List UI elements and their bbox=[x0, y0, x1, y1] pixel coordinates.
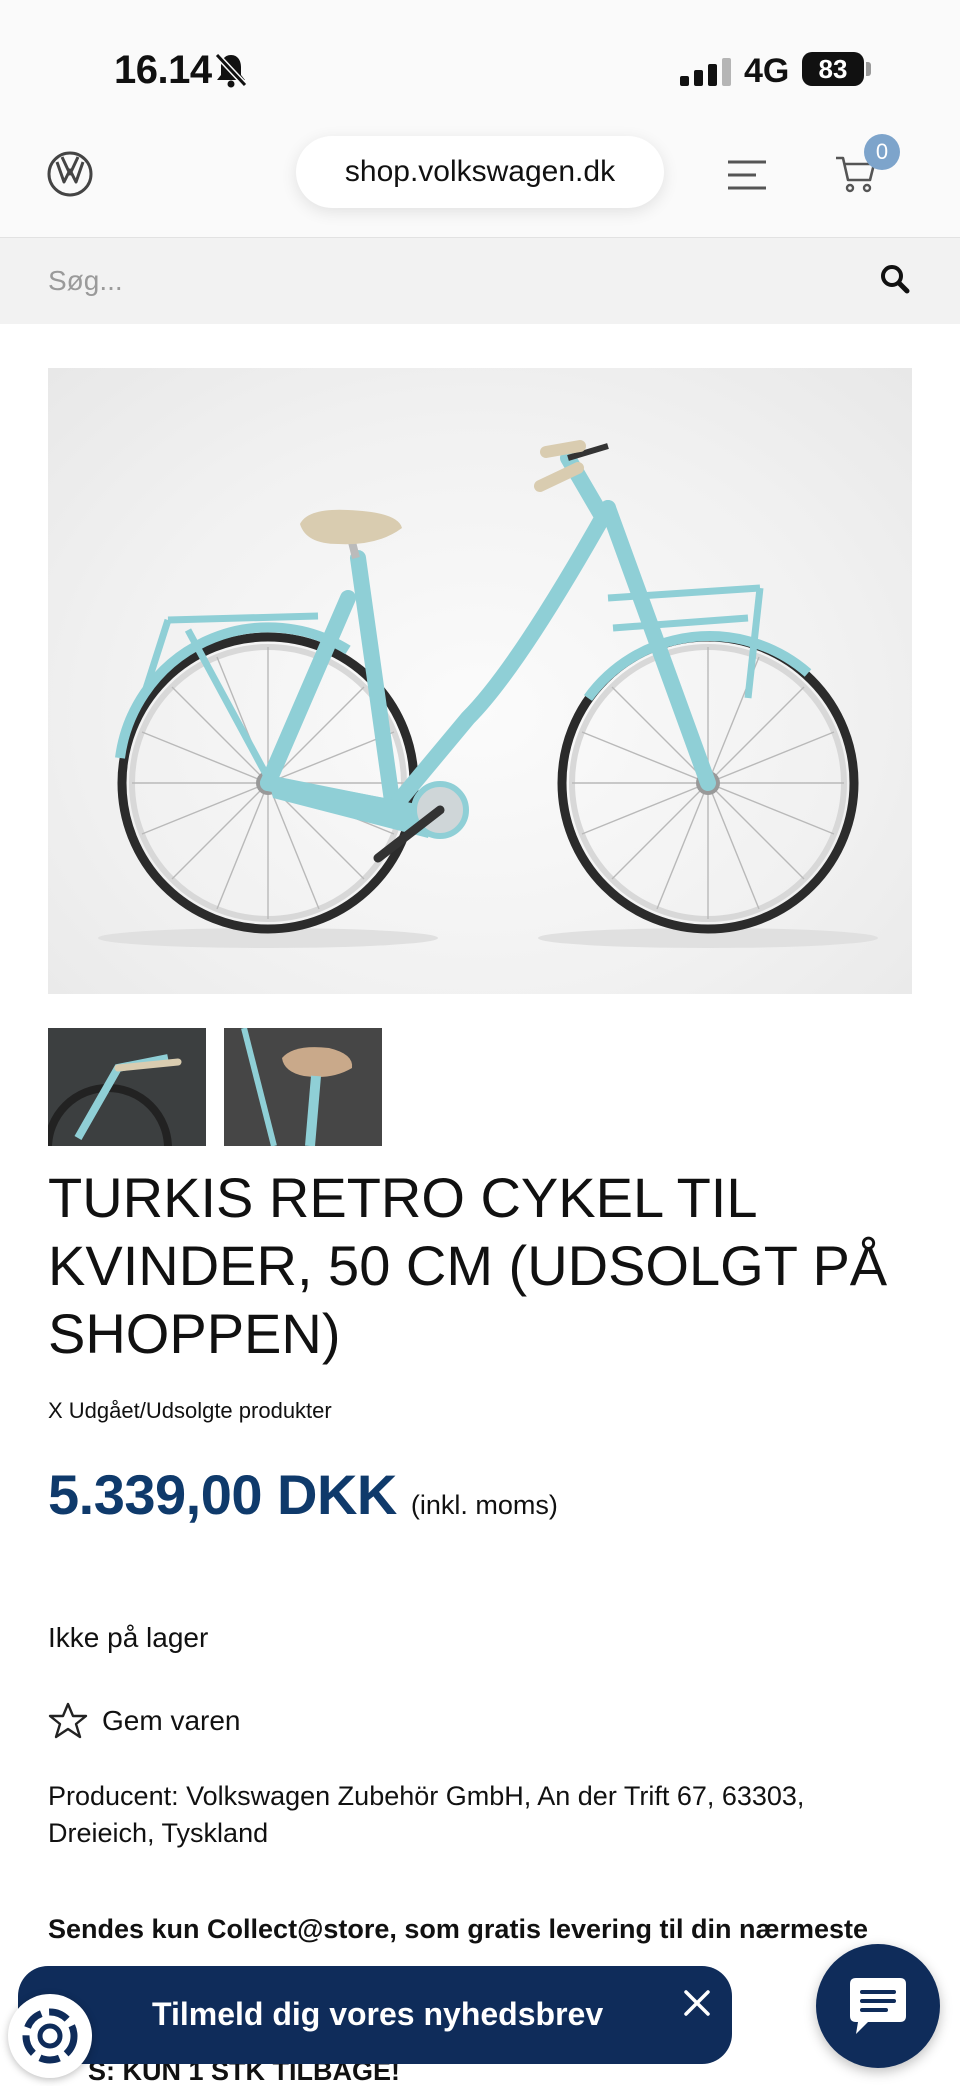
status-bar: 16.14 4G 83 bbox=[0, 0, 960, 130]
product-price: 5.339,00 DKK bbox=[48, 1463, 397, 1526]
thumbnail-image bbox=[48, 1028, 206, 1146]
network-type: 4G bbox=[744, 52, 790, 90]
save-item-button[interactable]: Gem varen bbox=[48, 1702, 241, 1740]
price-row: 5.339,00 DKK (inkl. moms) bbox=[48, 1462, 558, 1527]
search-input[interactable] bbox=[48, 254, 848, 308]
menu-icon[interactable] bbox=[726, 158, 768, 192]
bell-off-icon bbox=[214, 52, 248, 88]
site-header: shop.volkswagen.dk 0 bbox=[0, 130, 960, 238]
status-time: 16.14 bbox=[114, 48, 212, 92]
star-icon bbox=[48, 1702, 88, 1739]
thumbnail-front[interactable] bbox=[48, 1028, 206, 1146]
vat-note: (inkl. moms) bbox=[410, 1490, 558, 1520]
cart-count-badge: 0 bbox=[864, 134, 900, 170]
product-title: TURKIS RETRO CYKEL TIL KVINDER, 50 CM (U… bbox=[48, 1166, 888, 1365]
thumbnail-saddle[interactable] bbox=[224, 1028, 382, 1146]
close-icon[interactable] bbox=[682, 1988, 712, 2018]
signal-icon bbox=[680, 58, 731, 86]
bicycle-illustration bbox=[98, 440, 878, 948]
shipping-note: Sendes kun Collect@store, som gratis lev… bbox=[48, 1914, 869, 1944]
vw-logo[interactable] bbox=[46, 150, 94, 198]
chat-button[interactable] bbox=[816, 1944, 940, 2068]
save-item-label: Gem varen bbox=[102, 1705, 241, 1736]
newsletter-label: Tilmeld dig vores nyhedsbrev bbox=[152, 1996, 604, 2032]
search-bar bbox=[0, 238, 960, 324]
newsletter-banner[interactable]: Tilmeld dig vores nyhedsbrev bbox=[18, 1966, 732, 2064]
battery-icon: 83 bbox=[802, 52, 864, 86]
trusted-badge-graphic bbox=[22, 2008, 78, 2064]
thumbnail-image bbox=[224, 1028, 382, 1146]
manufacturer-info: Producent: Volkswagen Zubehör GmbH, An d… bbox=[48, 1781, 805, 1848]
chat-icon bbox=[850, 1978, 906, 2034]
product-status: X Udgået/Udsolgte produkter bbox=[48, 1398, 332, 1423]
trusted-badge-icon[interactable] bbox=[8, 1994, 92, 2078]
search-icon[interactable] bbox=[880, 264, 910, 294]
stock-status: Ikke på lager bbox=[48, 1622, 209, 1653]
url-bar[interactable]: shop.volkswagen.dk bbox=[296, 136, 664, 208]
battery-tip bbox=[866, 62, 871, 76]
product-main-image[interactable] bbox=[48, 368, 912, 994]
